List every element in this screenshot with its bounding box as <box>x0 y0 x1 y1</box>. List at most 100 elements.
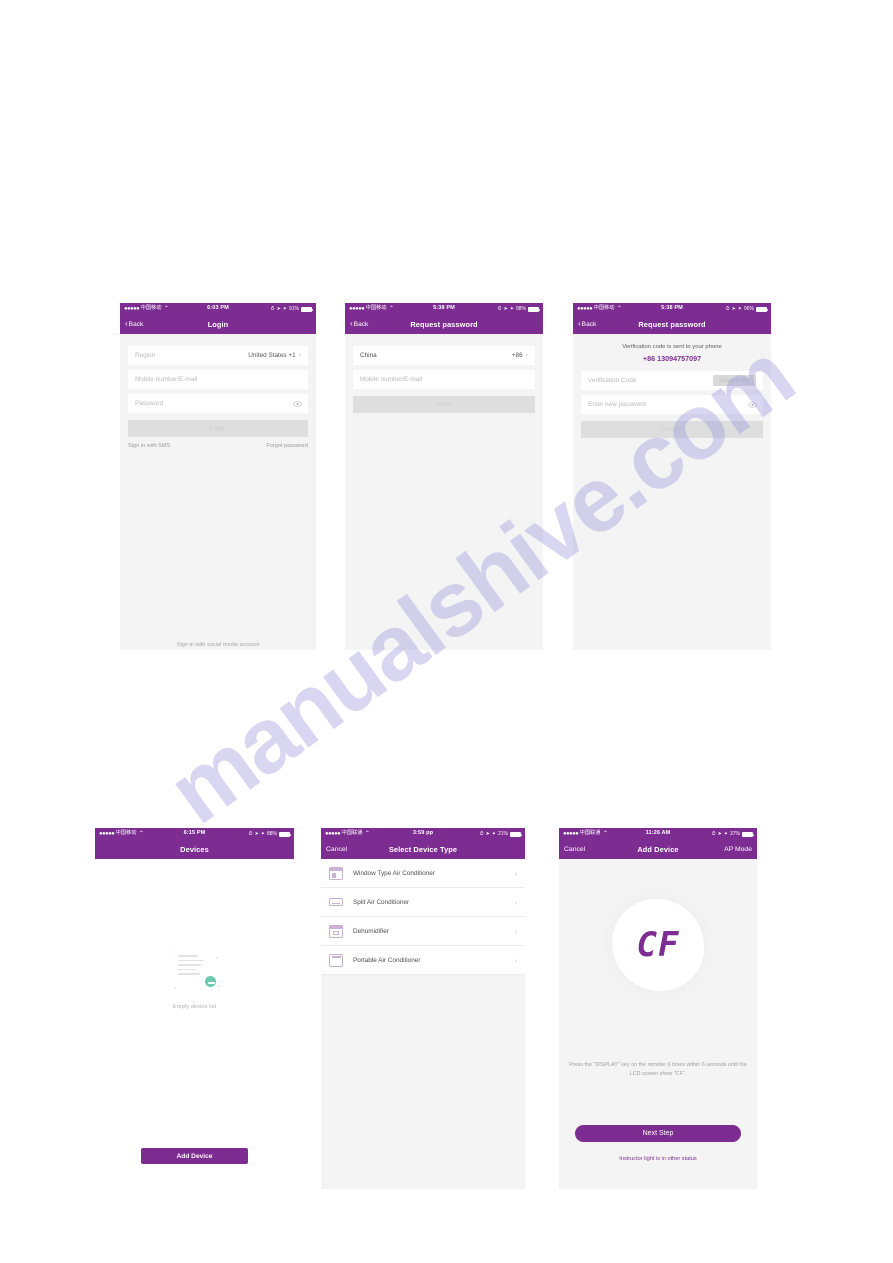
add-device-button[interactable]: Add Device <box>141 1148 248 1164</box>
instruction-text: Press the "DISPLAY" key on the remoter 6… <box>569 1062 747 1078</box>
verification-phone: +86 13094757097 <box>642 354 702 363</box>
status-bar-right: ⏱ ➤ ✦ 91% <box>270 305 313 312</box>
alt-status-link[interactable]: Instructor light is in other status <box>559 1156 757 1162</box>
location-icon: ➤ <box>717 830 722 837</box>
battery-percent: 98% <box>515 305 526 312</box>
next-step-label: Next Step <box>642 1130 674 1137</box>
confirm-button[interactable]: Confirm <box>581 421 763 438</box>
list-item[interactable]: Dehumidifier › <box>321 917 525 946</box>
alarm-icon: ⏱ <box>270 305 275 312</box>
request-password-form: China +86 › Mobile number/E-mail Next <box>345 346 543 650</box>
verify-form: Verification code is sent to your phone … <box>573 344 771 650</box>
battery-percent: 88% <box>266 830 277 837</box>
nav-bar: Devices <box>95 840 294 859</box>
list-item-label: Split Air Conditioner <box>353 898 410 906</box>
country-row[interactable]: China +86 › <box>353 346 535 365</box>
status-bar: ●●●●● 中国移动 ⌃ 5:38 PM ⏱ ➤ ✦ 96% <box>573 303 771 315</box>
chevron-right-icon: › <box>514 955 518 965</box>
screen-devices: ●●●●● 中国移动 ⌃ 6:15 PM ⏱ ➤ ✦ 88% Devices E… <box>95 828 294 1189</box>
region-label: Region <box>135 352 156 359</box>
account-input[interactable]: Mobile number/E-mail <box>128 370 308 389</box>
screen-select-device-type: ●●●●● 中国联通 ⌃ 3:59 pp ⏱ ➤ ✦ 21% Cancel Se… <box>321 828 525 1189</box>
new-password-input[interactable]: Enter new password <box>581 395 763 414</box>
location-icon: ➤ <box>503 305 508 312</box>
battery-percent: 21% <box>497 830 508 837</box>
battery-percent: 37% <box>729 830 740 837</box>
bluetooth-icon: ✦ <box>723 830 728 837</box>
verification-note: Verification code is sent to your phone <box>622 344 722 350</box>
nav-bar: ‹ Back Request password <box>345 315 543 334</box>
status-bar: ●●●●● 中国移动 ⌃ 6:03 PM ⏱ ➤ ✦ 91% <box>120 303 316 315</box>
minus-badge-icon <box>202 974 218 989</box>
location-icon: ➤ <box>254 830 259 837</box>
alarm-icon: ⏱ <box>479 830 484 837</box>
alarm-icon: ⏱ <box>248 830 253 837</box>
login-form: Region United States +1 › Mobile number/… <box>120 346 316 650</box>
page-title: Request password <box>638 320 706 329</box>
list-item[interactable]: Split Air Conditioner › <box>321 888 525 917</box>
battery-icon <box>756 306 768 312</box>
device-type-list: Window Type Air Conditioner › Split Air … <box>321 859 525 975</box>
account-placeholder: Mobile number/E-mail <box>360 376 423 383</box>
list-item[interactable]: Portable Air Conditioner › <box>321 946 525 975</box>
region-value-wrap: United States +1 › <box>248 352 301 359</box>
resend-button[interactable]: Resend (60) <box>713 375 756 386</box>
add-device-button-label: Add Device <box>176 1152 213 1160</box>
sparkle-dot <box>215 957 218 959</box>
forgot-password-link[interactable]: Forgot password <box>266 443 308 449</box>
bluetooth-icon: ✦ <box>509 305 514 312</box>
verification-code-placeholder: Verification Code <box>588 377 637 384</box>
status-bar: ●●●●● 中国移动 ⌃ 5:38 PM ⏱ ➤ ✦ 98% <box>345 303 543 315</box>
nav-bar: ‹ Back Login <box>120 315 316 334</box>
portable-ac-icon <box>329 953 343 967</box>
doc-line <box>177 959 204 962</box>
login-links: Sign in with SMS Forgot password <box>128 443 308 449</box>
confirm-button-label: Confirm <box>660 426 684 433</box>
page-title: Add Device <box>637 845 679 854</box>
next-step-button[interactable]: Next Step <box>575 1125 741 1142</box>
page-title: Request password <box>410 320 478 329</box>
location-icon: ➤ <box>276 305 281 312</box>
screen-request-password: ●●●●● 中国移动 ⌃ 5:38 PM ⏱ ➤ ✦ 98% ‹ Back Re… <box>345 303 543 650</box>
display-illustration: CF <box>612 899 704 991</box>
chevron-right-icon: › <box>514 897 518 907</box>
sms-signin-link[interactable]: Sign in with SMS <box>128 443 170 449</box>
empty-device-label: Empty device list <box>172 1004 217 1010</box>
login-button[interactable]: Login <box>128 420 308 437</box>
nav-bar: Cancel Add Device AP Mode <box>559 840 757 859</box>
page-title: Login <box>207 320 229 329</box>
sparkle-dot <box>173 987 176 989</box>
sparkle-dot <box>169 951 172 953</box>
devices-body: Empty device list Add Device Devices Add… <box>95 859 294 1189</box>
password-placeholder: Password <box>135 400 164 407</box>
next-button[interactable]: Next <box>353 396 535 413</box>
screen-login: ●●●●● 中国移动 ⌃ 6:03 PM ⏱ ➤ ✦ 91% ‹ Back Lo… <box>120 303 316 650</box>
list-item[interactable]: Window Type Air Conditioner › <box>321 859 525 888</box>
status-bar-right: ⏱ ➤ ✦ 98% <box>498 305 540 312</box>
battery-icon <box>742 831 754 837</box>
screen-verify-password: ●●●●● 中国移动 ⌃ 5:38 PM ⏱ ➤ ✦ 96% ‹ Back Re… <box>573 303 771 650</box>
nav-bar: Cancel Select Device Type <box>321 840 525 859</box>
verification-code-input[interactable]: Verification Code Resend (60) <box>581 371 763 390</box>
empty-device-illustration <box>166 947 224 995</box>
region-row[interactable]: Region United States +1 › <box>128 346 308 365</box>
sparkle-dot <box>217 985 220 987</box>
status-bar: ●●●●● 中国移动 ⌃ 6:15 PM ⏱ ➤ ✦ 88% <box>95 828 294 840</box>
eye-icon[interactable] <box>748 402 757 408</box>
status-bar-right: ⏱ ➤ ✦ 21% <box>479 830 522 837</box>
account-input[interactable]: Mobile number/E-mail <box>353 370 535 389</box>
password-input[interactable]: Password <box>128 394 308 413</box>
status-bar-right: ⏱ ➤ ✦ 88% <box>248 830 291 837</box>
region-value: United States +1 <box>248 352 296 359</box>
chevron-right-icon: › <box>298 352 301 359</box>
country-code-wrap: +86 › <box>512 352 528 359</box>
account-placeholder: Mobile number/E-mail <box>135 376 198 383</box>
bluetooth-icon: ✦ <box>737 305 742 312</box>
location-icon: ➤ <box>731 305 736 312</box>
alarm-icon: ⏱ <box>711 830 716 837</box>
eye-icon[interactable] <box>293 401 302 407</box>
list-item-label: Window Type Air Conditioner <box>353 869 435 877</box>
doc-line <box>177 968 196 971</box>
battery-percent: 91% <box>288 305 299 312</box>
bluetooth-icon: ✦ <box>282 305 287 312</box>
